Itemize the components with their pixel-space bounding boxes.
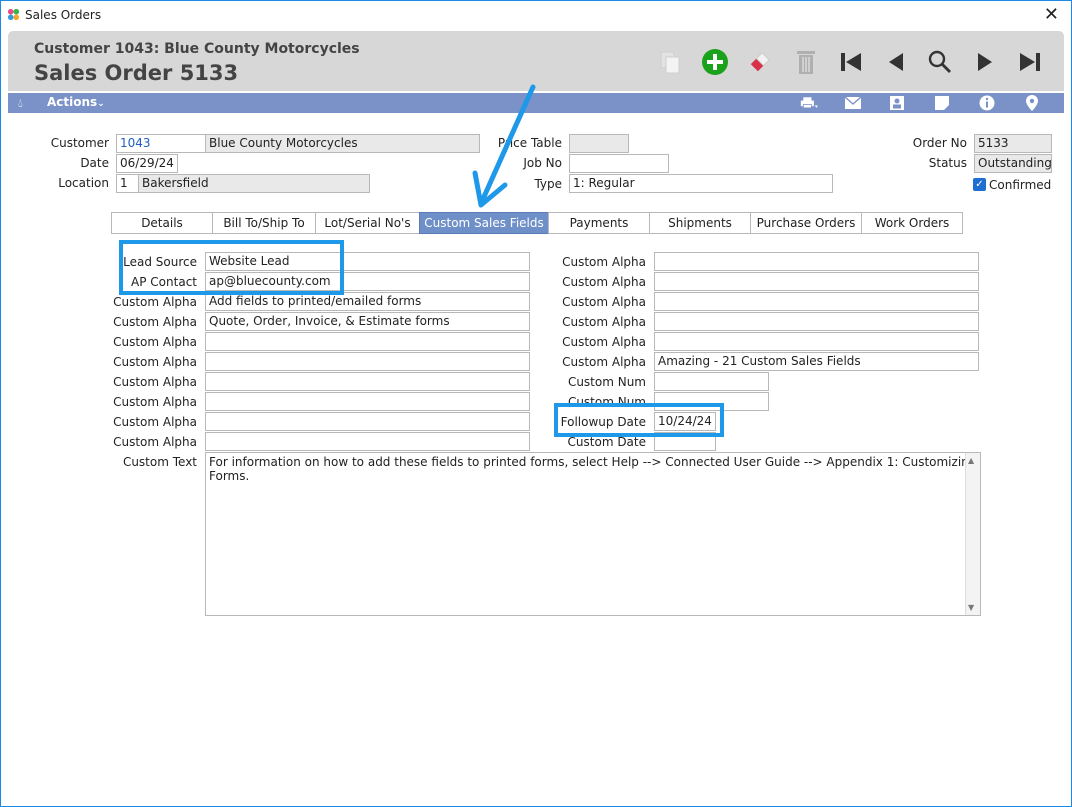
search-icon[interactable] bbox=[923, 45, 957, 79]
confirmed-checkbox[interactable]: ✓ bbox=[973, 178, 986, 191]
tab-work-orders[interactable]: Work Orders bbox=[861, 212, 963, 234]
order-no-field: 5133 bbox=[974, 134, 1052, 153]
custom-text-value: For information on how to add these fiel… bbox=[209, 455, 977, 483]
custom-alpha-field[interactable] bbox=[654, 252, 979, 271]
custom-alpha-field[interactable] bbox=[654, 292, 979, 311]
arrow-annotation-icon bbox=[472, 84, 536, 208]
type-field[interactable]: 1: Regular bbox=[569, 174, 833, 193]
tab-payments[interactable]: Payments bbox=[548, 212, 650, 234]
window-title: Sales Orders bbox=[25, 8, 102, 22]
status-label: Status bbox=[928, 156, 967, 170]
location-label: Location bbox=[58, 176, 109, 190]
vertical-scrollbar[interactable]: ▲ ▼ bbox=[965, 453, 980, 615]
custom-alpha-label: Custom Alpha bbox=[113, 415, 197, 429]
custom-alpha-label: Custom Alpha bbox=[113, 335, 197, 349]
email-icon[interactable] bbox=[844, 95, 862, 111]
custom-alpha-field[interactable] bbox=[654, 272, 979, 291]
location-name-field: Bakersfield bbox=[138, 174, 370, 193]
tab-shipments[interactable]: Shipments bbox=[649, 212, 751, 234]
customer-name-field: Blue County Motorcycles bbox=[205, 134, 480, 153]
order-no-label: Order No bbox=[912, 136, 967, 150]
custom-num-label: Custom Num bbox=[567, 375, 646, 389]
info-icon[interactable] bbox=[978, 95, 996, 111]
custom-alpha-label: Custom Alpha bbox=[113, 295, 197, 309]
custom-alpha-label: Custom Alpha bbox=[562, 275, 646, 289]
custom-alpha-label: Custom Alpha bbox=[113, 435, 197, 449]
chevron-down-icon: ⌄ bbox=[97, 99, 105, 109]
customer-label: Customer bbox=[50, 136, 109, 150]
confirmed-label: Confirmed bbox=[989, 178, 1052, 192]
location-number-field[interactable]: 1 bbox=[116, 174, 139, 193]
note-icon[interactable] bbox=[933, 95, 951, 111]
custom-alpha-field[interactable] bbox=[205, 432, 530, 451]
custom-alpha-field[interactable]: Amazing - 21 Custom Sales Fields bbox=[654, 352, 979, 371]
followup-date-highlight bbox=[554, 403, 724, 437]
tab-bill-to-ship-to[interactable]: Bill To/Ship To bbox=[212, 212, 316, 234]
scroll-up-icon[interactable]: ▲ bbox=[968, 456, 974, 465]
customer-number-field[interactable]: 1043 bbox=[116, 134, 206, 153]
app-logo-icon bbox=[7, 8, 20, 21]
custom-alpha-label: Custom Alpha bbox=[562, 335, 646, 349]
custom-alpha-label: Custom Alpha bbox=[113, 395, 197, 409]
date-field[interactable]: 06/29/24 bbox=[116, 154, 178, 173]
date-label: Date bbox=[80, 156, 109, 170]
custom-alpha-label: Custom Alpha bbox=[562, 295, 646, 309]
droplet-icon: 💧︎ bbox=[18, 96, 23, 110]
copy-icon[interactable] bbox=[653, 45, 687, 79]
custom-alpha-field[interactable] bbox=[205, 412, 530, 431]
previous-record-icon[interactable] bbox=[879, 45, 913, 79]
job-no-field[interactable] bbox=[569, 154, 669, 173]
actions-menu[interactable]: Actions⌄ bbox=[47, 95, 105, 109]
custom-date-label: Custom Date bbox=[567, 435, 646, 449]
contact-icon[interactable] bbox=[888, 95, 906, 111]
add-icon[interactable] bbox=[698, 45, 732, 79]
lead-source-highlight bbox=[119, 240, 344, 295]
tab-purchase-orders[interactable]: Purchase Orders bbox=[750, 212, 862, 234]
tab-lot-serial-nos[interactable]: Lot/Serial No's bbox=[315, 212, 420, 234]
custom-alpha-field[interactable] bbox=[654, 332, 979, 351]
price-table-field bbox=[569, 134, 629, 153]
status-field: Outstanding bbox=[974, 154, 1052, 173]
custom-alpha-field[interactable] bbox=[205, 392, 530, 411]
custom-alpha-field[interactable] bbox=[205, 332, 530, 351]
map-pin-icon[interactable] bbox=[1023, 95, 1041, 111]
close-icon[interactable]: ✕ bbox=[1044, 4, 1059, 25]
sales-orders-window: Sales Orders ✕ Customer 1043: Blue Count… bbox=[0, 0, 1072, 807]
custom-num-field[interactable] bbox=[654, 372, 769, 391]
title-bar: Sales Orders ✕ bbox=[1, 1, 1071, 29]
custom-alpha-label: Custom Alpha bbox=[562, 355, 646, 369]
custom-alpha-label: Custom Alpha bbox=[113, 375, 197, 389]
print-icon[interactable] bbox=[800, 95, 818, 111]
custom-alpha-label: Custom Alpha bbox=[113, 315, 197, 329]
tab-details[interactable]: Details bbox=[111, 212, 213, 234]
customer-heading: Customer 1043: Blue County Motorcycles bbox=[34, 41, 360, 57]
custom-alpha-field[interactable] bbox=[654, 312, 979, 331]
next-record-icon[interactable] bbox=[968, 45, 1002, 79]
delete-icon[interactable] bbox=[789, 45, 823, 79]
erase-icon[interactable] bbox=[743, 45, 777, 79]
custom-text-label: Custom Text bbox=[122, 455, 197, 469]
custom-alpha-label: Custom Alpha bbox=[562, 315, 646, 329]
first-record-icon[interactable] bbox=[834, 45, 868, 79]
scroll-down-icon[interactable]: ▼ bbox=[968, 603, 974, 612]
page-title: Sales Order 5133 bbox=[34, 61, 239, 85]
actions-label: Actions bbox=[47, 95, 98, 109]
custom-alpha-label: Custom Alpha bbox=[113, 355, 197, 369]
custom-alpha-field[interactable]: Quote, Order, Invoice, & Estimate forms bbox=[205, 312, 530, 331]
custom-alpha-field[interactable] bbox=[205, 352, 530, 371]
last-record-icon[interactable] bbox=[1013, 45, 1047, 79]
custom-text-area[interactable]: For information on how to add these fiel… bbox=[205, 452, 981, 616]
custom-alpha-label: Custom Alpha bbox=[562, 255, 646, 269]
custom-alpha-field[interactable] bbox=[205, 372, 530, 391]
